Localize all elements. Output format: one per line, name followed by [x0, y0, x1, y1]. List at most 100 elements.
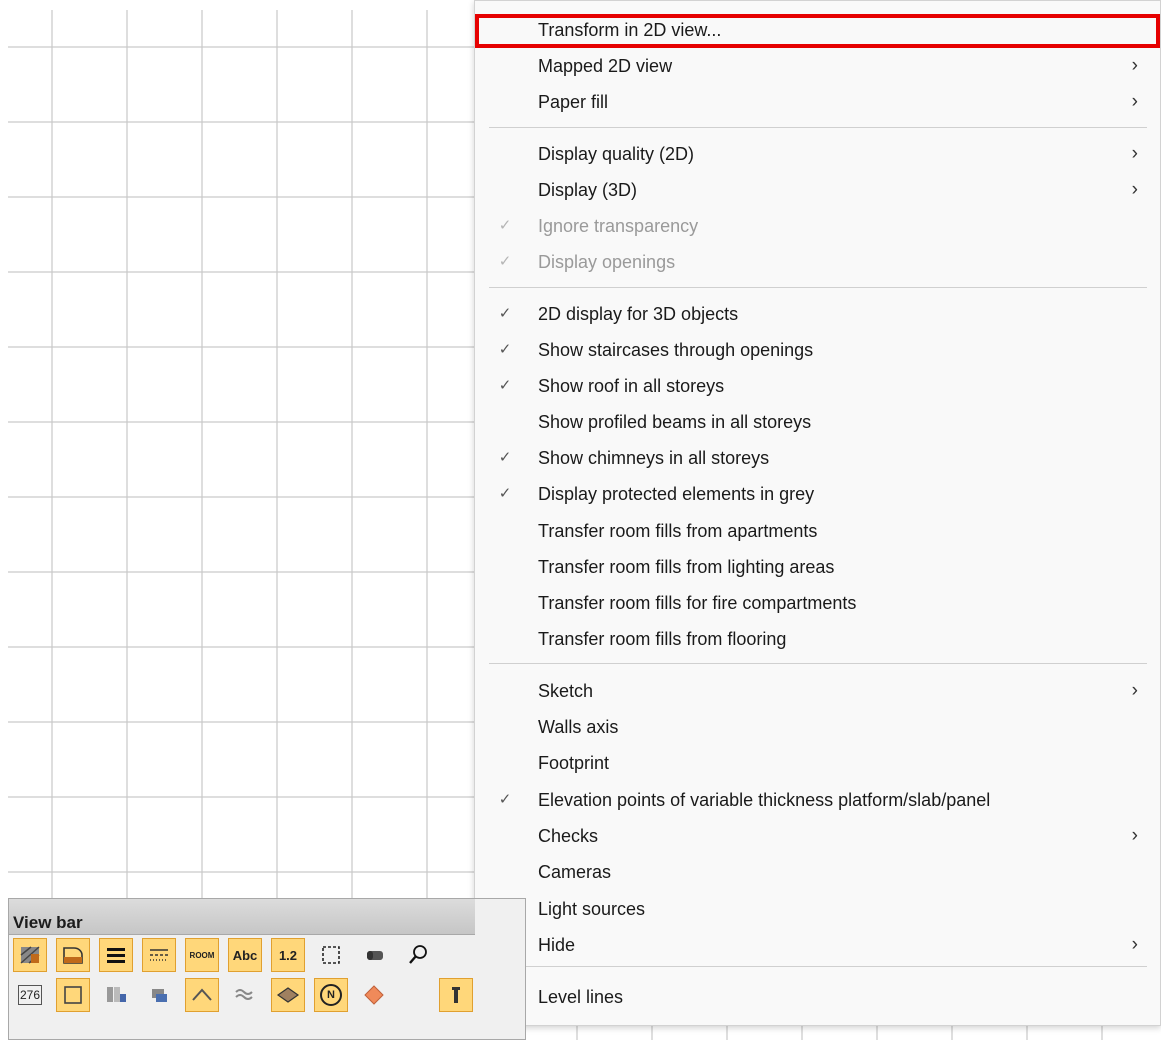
view-bar: View bar ROOM Abc 1.2 276 N [8, 898, 526, 1040]
menu-item-label: Walls axis [538, 717, 619, 737]
check-icon: ✓ [498, 253, 512, 270]
menu-item-label: Transfer room fills from lighting areas [538, 557, 835, 577]
room-label-icon[interactable]: ROOM [185, 938, 219, 972]
menu-item[interactable]: Paper fill › [475, 86, 1160, 120]
chevron-right-icon: › [1131, 934, 1138, 955]
menu-item[interactable]: Level lines [475, 981, 1160, 1015]
number-display-icon[interactable]: 276 [13, 978, 47, 1012]
menu-item-label: Transform in 2D view... [538, 20, 722, 40]
menu-item[interactable]: Transfer room fills from lighting areas [475, 551, 1160, 585]
menu-item[interactable]: Sketch › [475, 675, 1160, 709]
menu-item[interactable]: ✓ Show staircases through openings [475, 334, 1160, 368]
chevron-right-icon: › [1131, 55, 1138, 76]
menu-separator [489, 287, 1147, 288]
menu-item[interactable]: Display (3D) › [475, 174, 1160, 208]
slab-icon-glyph [276, 987, 300, 1003]
dimension-icon[interactable]: 1.2 [271, 938, 305, 972]
menu-item-label: Display quality (2D) [538, 144, 695, 164]
menu-separator [489, 127, 1147, 128]
frame-select-icon[interactable] [314, 938, 348, 972]
check-icon: ✓ [498, 341, 512, 358]
menu-separator [489, 966, 1147, 967]
layers-icon[interactable] [99, 978, 133, 1012]
menu-item[interactable]: Transform in 2D view... [475, 14, 1160, 48]
wave-fill-icon[interactable] [228, 978, 262, 1012]
menu-item-label: Light sources [538, 899, 646, 919]
menu-separator [489, 663, 1147, 664]
menu-item-label: Sketch [538, 681, 594, 701]
menu-item[interactable]: ✓ Elevation points of variable thickness … [475, 784, 1160, 818]
frame-select-icon-glyph [322, 946, 340, 964]
menu-item[interactable]: Checks › [475, 820, 1160, 854]
zoom-icon-glyph [409, 945, 427, 964]
menu-item[interactable]: Transfer room fills from flooring [475, 623, 1160, 657]
menu-item[interactable]: ✓ 2D display for 3D objects [475, 298, 1160, 332]
roof-icon-glyph [192, 988, 212, 1001]
diamond-icon[interactable] [357, 978, 391, 1012]
tool-label: N [320, 984, 342, 1006]
menu-item-label: Transfer room fills from flooring [538, 629, 787, 649]
layer-stack-icon[interactable] [142, 978, 176, 1012]
zoom-icon[interactable] [400, 938, 434, 972]
menu-item[interactable]: ✓ Show roof in all storeys [475, 370, 1160, 404]
menu-item[interactable]: Display quality (2D) › [475, 138, 1160, 172]
menu-item-label: Footprint [538, 753, 610, 773]
menu-item[interactable]: Hide › [475, 929, 1160, 963]
menu-item[interactable]: Walls axis [475, 711, 1160, 745]
layers-icon-glyph [107, 987, 126, 1002]
menu-item-label: Show roof in all storeys [538, 376, 725, 396]
menu-item-label: Show staircases through openings [538, 340, 814, 360]
menu-item[interactable]: Light sources [475, 893, 1160, 927]
menu-item[interactable]: Footprint [475, 747, 1160, 781]
context-menu: Transform in 2D view... Mapped 2D view › Pa… [474, 0, 1161, 1026]
menu-item-label: Transfer room fills from apartments [538, 521, 818, 541]
check-icon: ✓ [498, 217, 512, 234]
north-icon[interactable]: N [314, 978, 348, 1012]
menu-item[interactable]: Cameras [475, 856, 1160, 890]
pattern-fill-icon[interactable] [56, 938, 90, 972]
hatch-fill-icon[interactable] [13, 938, 47, 972]
wave-fill-icon-glyph [235, 989, 253, 1000]
frame-icon[interactable] [56, 978, 90, 1012]
menu-item: ✓ Ignore transparency [475, 210, 1160, 244]
tool-label: 1.2 [278, 947, 298, 963]
chevron-right-icon: › [1131, 179, 1138, 200]
chevron-right-icon: › [1131, 91, 1138, 112]
hatch-fill-icon-glyph [20, 946, 40, 964]
roof-icon[interactable] [185, 978, 219, 1012]
menu-item: ✓ Display openings [475, 246, 1160, 280]
line-thickness-icon-glyph [107, 948, 125, 963]
line-thickness-icon[interactable] [99, 938, 133, 972]
check-icon: ✓ [498, 791, 512, 808]
menu-item[interactable]: Mapped 2D view › [475, 50, 1160, 84]
text-icon[interactable]: Abc [228, 938, 262, 972]
view-bar-title[interactable]: View bar [9, 899, 475, 935]
cursor-icon[interactable] [439, 978, 473, 1012]
tool-label: Abc [232, 947, 258, 963]
tool-label: 276 [17, 985, 43, 1005]
menu-item[interactable]: Show profiled beams in all storeys [475, 406, 1160, 440]
menu-item-label: Hide [538, 935, 576, 955]
eraser-icon-glyph [367, 951, 383, 960]
menu-item-label: Ignore transparency [538, 216, 699, 236]
cursor-icon-glyph [452, 987, 460, 1003]
menu-item[interactable]: ✓ Show chimneys in all storeys [475, 442, 1160, 476]
menu-item[interactable]: ✓ Display protected elements in grey [475, 478, 1160, 512]
check-icon: ✓ [498, 305, 512, 322]
menu-item-label: Paper fill [538, 92, 609, 112]
line-style-icon[interactable] [142, 938, 176, 972]
diamond-icon-glyph [364, 985, 384, 1005]
menu-item[interactable]: Transfer room fills from apartments [475, 515, 1160, 549]
menu-item-label: Show chimneys in all storeys [538, 448, 770, 468]
slab-icon[interactable] [271, 978, 305, 1012]
line-style-icon-glyph [150, 949, 168, 961]
menu-item[interactable]: Transfer room fills for fire compartment… [475, 587, 1160, 621]
eraser-icon[interactable] [357, 938, 391, 972]
menu-item-label: Level lines [538, 987, 624, 1007]
chevron-right-icon: › [1131, 680, 1138, 701]
menu-item-label: Display (3D) [538, 180, 638, 200]
menu-item-label: Checks [538, 826, 599, 846]
menu-item-label: Display protected elements in grey [538, 484, 815, 504]
menu-item-label: Elevation points of variable thickness p… [538, 790, 991, 810]
chevron-right-icon: › [1131, 825, 1138, 846]
